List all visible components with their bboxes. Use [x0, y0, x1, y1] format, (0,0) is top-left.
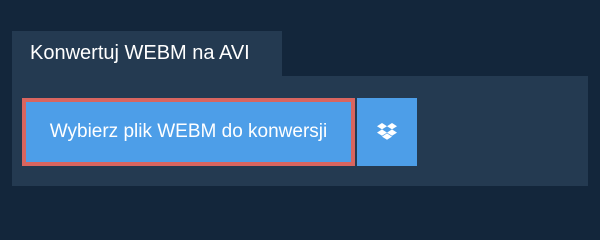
dropbox-icon	[376, 122, 398, 142]
tab-title: Konwertuj WEBM na AVI	[30, 42, 250, 64]
choose-file-label: Wybierz plik WEBM do konwersji	[49, 121, 328, 142]
choose-file-button[interactable]: Wybierz plik WEBM do konwersji	[22, 98, 355, 166]
tab-convert-webm-avi[interactable]: Konwertuj WEBM na AVI	[12, 31, 282, 76]
dropbox-button[interactable]	[357, 98, 417, 166]
